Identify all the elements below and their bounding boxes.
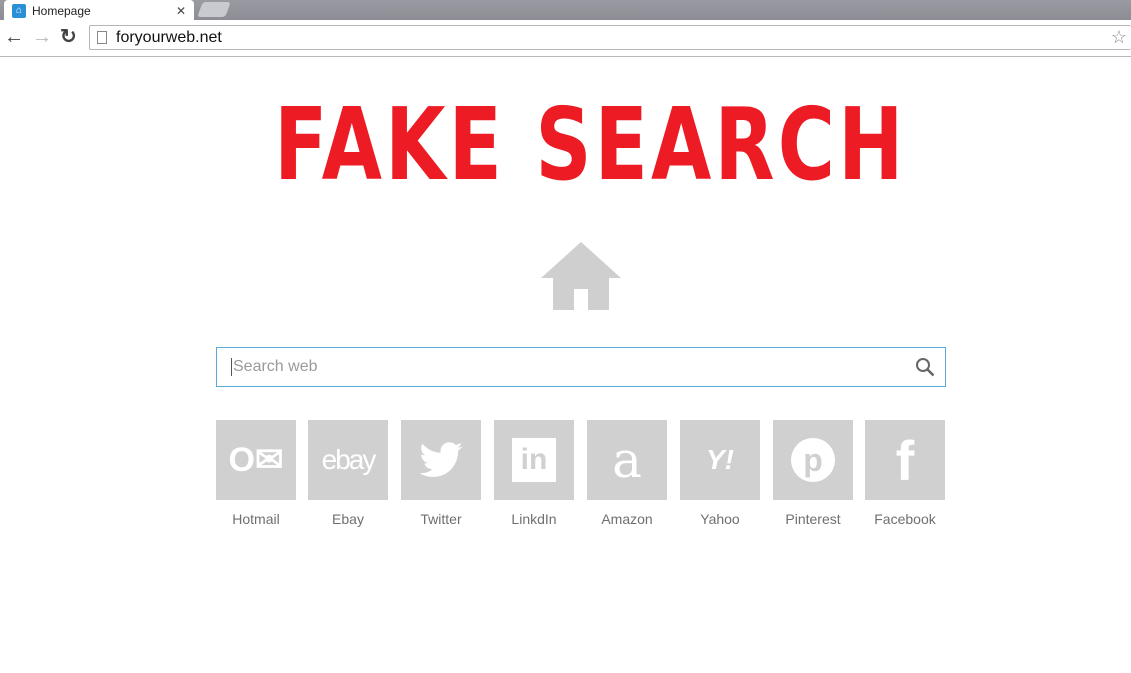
tab-homepage[interactable]: ⌂ Homepage ✕ bbox=[4, 0, 194, 21]
shortcut-label: LinkdIn bbox=[511, 511, 557, 527]
shortcut-pinterest[interactable]: p Pinterest bbox=[773, 420, 853, 527]
back-icon[interactable]: ← bbox=[4, 27, 24, 47]
search-input[interactable] bbox=[231, 358, 915, 376]
home-favicon-icon: ⌂ bbox=[12, 3, 26, 18]
new-tab-button[interactable] bbox=[197, 2, 231, 17]
ebay-icon: ebay bbox=[308, 420, 388, 500]
shortcut-linkedin[interactable]: in LinkdIn bbox=[494, 420, 574, 527]
reload-icon[interactable]: ↻ bbox=[60, 27, 77, 47]
url-text[interactable]: foryourweb.net bbox=[116, 29, 222, 47]
shortcut-twitter[interactable]: Twitter bbox=[401, 420, 481, 527]
search-box bbox=[216, 347, 946, 387]
twitter-icon bbox=[401, 420, 481, 500]
page-icon bbox=[97, 31, 107, 44]
tab-title: Homepage bbox=[32, 3, 91, 18]
browser-toolbar: ← → ↻ foryourweb.net ☆ bbox=[0, 20, 1131, 57]
shortcut-facebook[interactable]: f Facebook bbox=[865, 420, 945, 527]
bookmark-star-icon[interactable]: ☆ bbox=[1111, 27, 1127, 48]
outlook-icon: O✉ bbox=[216, 420, 296, 500]
yahoo-icon: Y! bbox=[680, 420, 760, 500]
shortcut-label: Facebook bbox=[874, 511, 936, 527]
shortcut-label: Hotmail bbox=[232, 511, 280, 527]
forward-icon[interactable]: → bbox=[32, 27, 52, 47]
facebook-icon: f bbox=[865, 420, 945, 500]
home-icon bbox=[541, 242, 621, 310]
shortcut-label: Yahoo bbox=[700, 511, 740, 527]
close-tab-icon[interactable]: ✕ bbox=[176, 4, 186, 18]
shortcut-label: Pinterest bbox=[785, 511, 841, 527]
shortcut-label: Twitter bbox=[420, 511, 462, 527]
shortcut-ebay[interactable]: ebay Ebay bbox=[308, 420, 388, 527]
address-bar[interactable]: foryourweb.net ☆ bbox=[89, 25, 1131, 50]
tab-strip: ⌂ Homepage ✕ bbox=[0, 0, 1131, 21]
amazon-icon: a bbox=[587, 420, 667, 500]
shortcut-amazon[interactable]: a Amazon bbox=[587, 420, 667, 527]
shortcut-label: Ebay bbox=[332, 511, 364, 527]
linkedin-icon: in bbox=[494, 420, 574, 500]
search-icon[interactable] bbox=[915, 357, 935, 377]
shortcut-yahoo[interactable]: Y! Yahoo bbox=[680, 420, 760, 527]
shortcut-label: Amazon bbox=[601, 511, 653, 527]
shortcut-hotmail[interactable]: O✉ Hotmail bbox=[216, 420, 296, 527]
pinterest-icon: p bbox=[773, 420, 853, 500]
page-headline: FAKE SEARCH bbox=[274, 86, 907, 203]
